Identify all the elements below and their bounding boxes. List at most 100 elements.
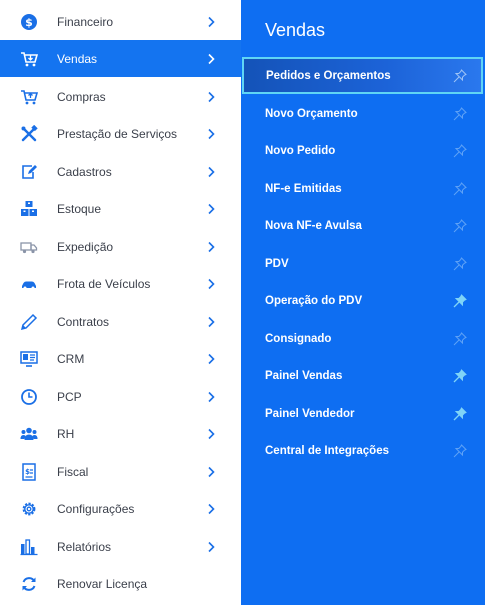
sidebar-item-renovar-licenca[interactable]: Renovar Licença [0, 565, 241, 602]
sidebar-item-label: Configurações [57, 501, 135, 516]
sidebar-item-fiscal[interactable]: $ Fiscal [0, 453, 241, 490]
submenu-title: Vendas [265, 20, 326, 40]
monitor-icon [20, 350, 38, 368]
submenu-item-label: NF-e Emitidas [265, 182, 342, 195]
chevron-right-icon [208, 353, 215, 364]
chevron-right-icon [208, 428, 215, 439]
submenu-item-consignado[interactable]: Consignado [241, 320, 485, 357]
submenu-item-pedidos-orcamentos[interactable]: Pedidos e Orçamentos [242, 57, 483, 94]
submenu-panel: Vendas Pedidos e Orçamentos Novo Orçamen… [241, 0, 485, 605]
submenu-item-nova-nfe-avulsa[interactable]: Nova NF-e Avulsa [241, 207, 485, 244]
sidebar-item-cadastros[interactable]: Cadastros [0, 153, 241, 190]
sidebar-item-label: RH [57, 426, 75, 441]
sidebar-item-vendas[interactable]: Vendas [0, 40, 241, 77]
sidebar-item-label: Estoque [57, 201, 102, 216]
sidebar-item-label: Frota de Veículos [57, 276, 151, 291]
pin-outline-icon[interactable] [453, 68, 467, 83]
chevron-right-icon [208, 128, 215, 139]
document-icon: $ [20, 462, 38, 481]
gear-icon [20, 500, 38, 518]
sidebar-item-label: Prestação de Serviços [57, 126, 178, 141]
chevron-right-icon [208, 53, 215, 64]
sidebar-item-estoque[interactable]: Estoque [0, 190, 241, 227]
pin-outline-icon[interactable] [453, 218, 467, 233]
submenu-item-pdv[interactable]: PDV [241, 245, 485, 282]
tools-icon [20, 124, 38, 143]
sidebar-item-label: Cadastros [57, 164, 112, 179]
pin-filled-icon[interactable] [453, 368, 467, 383]
submenu-item-central-integracoes[interactable]: Central de Integrações [241, 432, 485, 469]
submenu-item-label: Operação do PDV [265, 294, 363, 307]
people-icon [20, 425, 38, 443]
car-icon [20, 275, 38, 293]
sidebar-item-label: Financeiro [57, 14, 114, 29]
chevron-right-icon [208, 91, 215, 102]
submenu-item-label: Novo Orçamento [265, 107, 358, 120]
bar-chart-icon [20, 538, 38, 556]
sidebar-item-prestacao-servicos[interactable]: Prestação de Serviços [0, 115, 241, 152]
chevron-right-icon [208, 166, 215, 177]
sidebar-item-pcp[interactable]: PCP [0, 378, 241, 415]
pin-filled-icon[interactable] [453, 406, 467, 421]
pin-outline-icon[interactable] [453, 443, 467, 458]
pin-outline-icon[interactable] [453, 256, 467, 271]
sidebar-item-relatorios[interactable]: Relatórios [0, 528, 241, 565]
submenu-item-nfe-emitidas[interactable]: NF-e Emitidas [241, 170, 485, 207]
sidebar-item-configuracoes[interactable]: Configurações [0, 490, 241, 527]
sidebar-item-crm[interactable]: CRM [0, 340, 241, 377]
submenu-item-operacao-pdv[interactable]: Operação do PDV [241, 282, 485, 319]
pin-outline-icon[interactable] [453, 106, 467, 121]
sidebar-item-contratos[interactable]: Contratos [0, 303, 241, 340]
pin-outline-icon[interactable] [453, 331, 467, 346]
submenu-item-label: Nova NF-e Avulsa [265, 219, 362, 232]
sidebar-item-label: PCP [57, 389, 82, 404]
submenu-item-label: PDV [265, 257, 289, 270]
sidebar-item-financeiro[interactable]: $ Financeiro [0, 3, 241, 40]
sidebar-item-label: Relatórios [57, 539, 112, 554]
submenu-item-label: Consignado [265, 332, 332, 345]
sidebar-item-frota-veiculos[interactable]: Frota de Veículos [0, 265, 241, 302]
submenu-item-painel-vendas[interactable]: Painel Vendas [241, 357, 485, 394]
pin-outline-icon[interactable] [453, 143, 467, 158]
chevron-right-icon [208, 241, 215, 252]
chevron-right-icon [208, 203, 215, 214]
chevron-right-icon [208, 466, 215, 477]
clock-icon [20, 388, 38, 406]
pin-filled-icon[interactable] [453, 293, 467, 308]
svg-text:$: $ [25, 468, 30, 476]
chevron-right-icon [208, 391, 215, 402]
cart-icon [20, 88, 38, 106]
sidebar: $ Financeiro Vendas Compras Prestação de… [0, 0, 241, 605]
submenu-item-label: Central de Integrações [265, 444, 389, 457]
pen-icon [20, 313, 38, 331]
chevron-right-icon [208, 278, 215, 289]
submenu-item-label: Painel Vendedor [265, 407, 355, 420]
chevron-right-icon [208, 16, 215, 27]
svg-text:$: $ [25, 16, 33, 29]
sidebar-item-label: Fiscal [57, 464, 89, 479]
sidebar-item-label: Vendas [57, 51, 98, 66]
edit-icon [20, 163, 38, 181]
sidebar-item-label: Expedição [57, 239, 114, 254]
submenu-item-novo-orcamento[interactable]: Novo Orçamento [241, 95, 485, 132]
submenu-item-label: Novo Pedido [265, 144, 336, 157]
pin-outline-icon[interactable] [453, 181, 467, 196]
chevron-right-icon [208, 316, 215, 327]
submenu-item-label: Pedidos e Orçamentos [266, 69, 391, 82]
chevron-right-icon [208, 541, 215, 552]
sidebar-item-label: CRM [57, 351, 85, 366]
truck-icon [20, 238, 38, 256]
sidebar-item-label: Renovar Licença [57, 576, 148, 591]
boxes-icon [20, 200, 38, 218]
dollar-circle-icon: $ [20, 13, 38, 31]
sidebar-item-expedicao[interactable]: Expedição [0, 228, 241, 265]
sidebar-item-rh[interactable]: RH [0, 415, 241, 452]
submenu-item-novo-pedido[interactable]: Novo Pedido [241, 132, 485, 169]
chevron-right-icon [208, 503, 215, 514]
refresh-icon [20, 575, 38, 593]
cart-icon [20, 50, 38, 68]
sidebar-item-label: Compras [57, 89, 106, 104]
submenu-item-label: Painel Vendas [265, 369, 343, 382]
submenu-item-painel-vendedor[interactable]: Painel Vendedor [241, 395, 485, 432]
sidebar-item-compras[interactable]: Compras [0, 78, 241, 115]
